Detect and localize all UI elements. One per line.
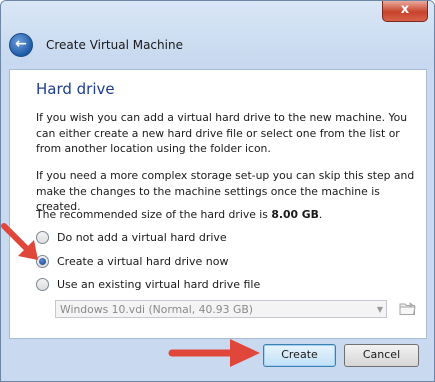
radio-button[interactable] <box>36 277 49 291</box>
radio-no-hard-drive[interactable]: Do not add a virtual hard drive <box>36 229 227 245</box>
recommended-size-suffix: . <box>318 208 323 221</box>
description-paragraph: If you wish you can add a virtual hard d… <box>36 111 408 155</box>
existing-disk-select[interactable]: Windows 10.vdi (Normal, 40.93 GB) ▼ <box>55 300 387 318</box>
create-button[interactable]: Create <box>263 344 336 367</box>
existing-disk-value: Windows 10.vdi (Normal, 40.93 GB) <box>60 303 253 316</box>
annotation-arrow-icon <box>168 339 260 367</box>
radio-label[interactable]: Use an existing virtual hard drive file <box>57 278 260 291</box>
recommended-size-text: The recommended size of the hard drive i… <box>36 207 421 223</box>
wizard-content-panel: Hard drive If you wish you can add a vir… <box>9 69 427 339</box>
recommended-size-value: 8.00 GB <box>271 208 319 221</box>
chevron-down-icon[interactable]: ▼ <box>377 301 383 319</box>
radio-use-existing-drive[interactable]: Use an existing virtual hard drive file <box>36 276 260 292</box>
radio-label[interactable]: Create a virtual hard drive now <box>57 255 229 268</box>
radio-label[interactable]: Do not add a virtual hard drive <box>57 231 227 244</box>
annotation-arrow-icon <box>1 223 38 260</box>
cancel-button[interactable]: Cancel <box>344 344 419 367</box>
recommended-size-prefix: The recommended size of the hard drive i… <box>36 208 272 221</box>
close-button[interactable]: x <box>382 1 428 22</box>
page-title: Hard drive <box>36 80 115 98</box>
title-bar: x ← Create Virtual Machine <box>1 1 434 65</box>
folder-icon[interactable] <box>399 301 416 316</box>
create-vm-window: x ← Create Virtual Machine Hard drive If… <box>0 0 435 382</box>
window-title: Create Virtual Machine <box>46 38 183 52</box>
radio-create-hard-drive[interactable]: Create a virtual hard drive now <box>36 253 229 269</box>
back-arrow-icon[interactable]: ← <box>9 33 33 57</box>
